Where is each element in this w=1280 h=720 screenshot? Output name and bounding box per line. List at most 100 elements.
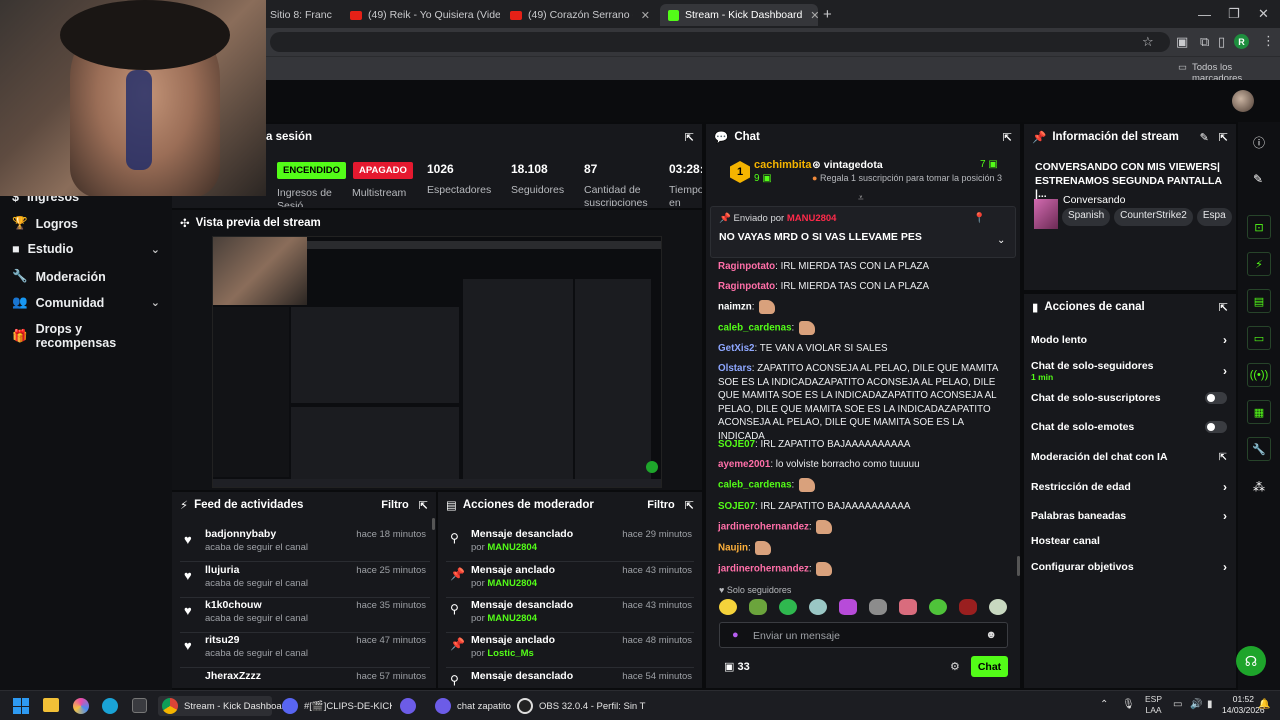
action-modo-lento[interactable]: Modo lento › — [1031, 333, 1227, 347]
battery-icon[interactable]: ▮ — [1207, 699, 1213, 710]
emoji-icon[interactable]: ☻ — [985, 629, 997, 641]
emote-icon[interactable] — [959, 599, 977, 615]
chat-username[interactable]: GetXis2 — [718, 343, 755, 354]
mod-user[interactable]: Lostic_Ms — [487, 648, 533, 659]
apps-icon[interactable]: ⁂ — [1253, 480, 1265, 494]
close-icon[interactable]: ✕ — [633, 9, 650, 22]
clip-button[interactable]: ⊡ — [1247, 215, 1271, 239]
unpin-button[interactable]: 📍 — [973, 213, 985, 224]
feed-user[interactable]: ritsu29 — [205, 634, 239, 646]
chat-username[interactable]: naimzn — [718, 302, 752, 313]
toggle-switch[interactable] — [1205, 421, 1227, 433]
maximize-icon[interactable]: ❐ — [1228, 6, 1240, 22]
browser-tab[interactable]: (49) Reik - Yo Quisiera (Video)✕ — [342, 4, 500, 26]
emote-icon[interactable] — [869, 599, 887, 615]
chat-username[interactable]: caleb_cardenas — [718, 480, 792, 491]
gift-user[interactable]: vintagedota — [824, 159, 883, 171]
tag[interactable]: CounterStrike2 — [1114, 208, 1193, 226]
copilot-icon[interactable] — [73, 698, 89, 714]
microphone-icon[interactable]: 🎙 — [1122, 699, 1135, 710]
top-gifter-name[interactable]: cachimbita — [754, 159, 811, 171]
status-badge-off[interactable]: APAGADO — [353, 162, 413, 179]
action-hostear-canal[interactable]: Hostear canal — [1031, 535, 1227, 547]
url-field[interactable] — [270, 32, 1170, 52]
chat-username[interactable]: Olstars — [718, 363, 752, 374]
notification-icon[interactable]: 🔔 — [1258, 699, 1270, 710]
extensions-icon[interactable]: ⧉ — [1200, 34, 1209, 50]
sidebar-item-moderacion[interactable]: 🔧 Moderación — [12, 269, 160, 284]
browser-tab-active[interactable]: Stream - Kick Dashboard ✕ — [660, 4, 818, 26]
pinned-user[interactable]: MANU2804 — [787, 213, 837, 224]
taskbar-discord[interactable]: #[🎬]CLIPS-DE-KICK🎬 | — [282, 696, 392, 716]
chat-input[interactable]: ● Enviar un mensaje ☻ — [719, 622, 1008, 648]
settings-icon[interactable]: ⚙ — [950, 660, 960, 673]
edit-icon[interactable]: ✎ — [1200, 131, 1209, 144]
filter-button[interactable]: Filtro — [647, 499, 675, 511]
tag[interactable]: Spanish — [1062, 208, 1111, 226]
chat-username[interactable]: SOJE07 — [718, 501, 755, 512]
sidebar-item-logros[interactable]: 🏆 Logros — [12, 216, 160, 231]
clock[interactable]: 01:52 14/03/2026 — [1222, 694, 1265, 716]
chat-username[interactable]: Raginpotato — [718, 261, 775, 272]
new-tab-icon[interactable]: + — [823, 6, 832, 23]
emote-icon[interactable] — [989, 599, 1007, 615]
taskbar-chrome[interactable]: Stream - Kick Dashboan — [158, 696, 287, 716]
mod-user[interactable]: MANU2804 — [487, 613, 537, 624]
close-icon[interactable]: ✕ — [332, 9, 341, 22]
chat-username[interactable]: jardinerohernandez — [718, 564, 809, 575]
filter-button[interactable]: Filtro — [381, 499, 409, 511]
sidebar-item-estudio[interactable]: ■ Estudio ⌄ — [12, 242, 160, 256]
boost-button[interactable]: ⚡ — [1247, 252, 1271, 276]
taskbar-chat[interactable]: chat zapatito — [435, 696, 511, 716]
pinned-message[interactable]: 📌 Enviado por MANU2804 NO VAYAS MRD O SI… — [710, 206, 1016, 258]
channel-points[interactable]: ▣ 33 — [724, 660, 750, 673]
send-chat-button[interactable]: Chat — [971, 656, 1008, 677]
network-icon[interactable]: ▭ — [1173, 699, 1182, 710]
tools-button[interactable]: 🔧 — [1247, 437, 1271, 461]
edit-icon[interactable]: ✎ — [1253, 172, 1263, 186]
minimize-icon[interactable]: — — [1198, 7, 1211, 22]
close-icon[interactable]: ✕ — [802, 9, 818, 22]
popout-icon[interactable]: ⇱ — [419, 499, 428, 512]
chat-scrollbar[interactable] — [1017, 556, 1020, 576]
chat-button[interactable]: ▭ — [1247, 326, 1271, 350]
action-palabras-baneadas[interactable]: Palabras baneadas › — [1031, 509, 1227, 523]
feed-user[interactable]: badjonnybaby — [205, 528, 276, 540]
profile-avatar[interactable]: R — [1234, 34, 1249, 49]
star-icon[interactable]: ☆ — [1142, 34, 1154, 50]
taskbar-app[interactable] — [400, 696, 422, 716]
feed-user[interactable]: JheraxZzzz — [205, 670, 261, 682]
popout-icon[interactable]: ⇱ — [685, 499, 694, 512]
emote-icon[interactable] — [839, 599, 857, 615]
layout-button[interactable]: ▦ — [1247, 400, 1271, 424]
browser-tab[interactable]: (49) Corazón Serrano - Como S✕ — [502, 4, 658, 26]
info-icon[interactable]: ⓘ — [1253, 134, 1265, 151]
sidepanel-icon[interactable]: ▯ — [1218, 34, 1225, 50]
chat-username[interactable]: ayeme2001 — [718, 459, 770, 470]
chat-username[interactable]: Naujin — [718, 543, 748, 554]
feed-scrollbar[interactable] — [432, 518, 435, 530]
feed-user[interactable]: llujuria — [205, 564, 239, 576]
category-thumbnail[interactable] — [1034, 199, 1058, 229]
chat-username[interactable]: SOJE07 — [718, 439, 755, 450]
edge-icon[interactable] — [102, 698, 118, 714]
chat-username[interactable]: jardinerohernandez — [718, 522, 809, 533]
sidebar-item-comunidad[interactable]: 👥 Comunidad ⌄ — [12, 295, 160, 310]
store-icon[interactable] — [132, 698, 147, 713]
menu-icon[interactable]: ⋮ — [1262, 33, 1275, 49]
feed-user[interactable]: k1k0chouw — [205, 599, 262, 611]
volume-icon[interactable]: 🔊 — [1190, 699, 1202, 710]
popout-icon[interactable]: ⇱ — [1219, 131, 1228, 144]
emote-icon[interactable] — [809, 599, 827, 615]
mod-user[interactable]: MANU2804 — [487, 578, 537, 589]
tag[interactable]: Espa — [1196, 208, 1232, 226]
emote-icon[interactable] — [929, 599, 947, 615]
category-name[interactable]: Conversando — [1063, 194, 1125, 206]
stream-preview-video[interactable] — [212, 236, 662, 488]
language-indicator[interactable]: ESP LAA — [1145, 694, 1162, 716]
action-restriccion-edad[interactable]: Restricción de edad › — [1031, 480, 1227, 494]
emote-icon[interactable] — [899, 599, 917, 615]
emote-icon[interactable] — [749, 599, 767, 615]
action-solo-seguidores[interactable]: Chat de solo-seguidores 1 min › — [1031, 358, 1227, 384]
action-configurar-objetivos[interactable]: Configurar objetivos › — [1031, 560, 1227, 574]
